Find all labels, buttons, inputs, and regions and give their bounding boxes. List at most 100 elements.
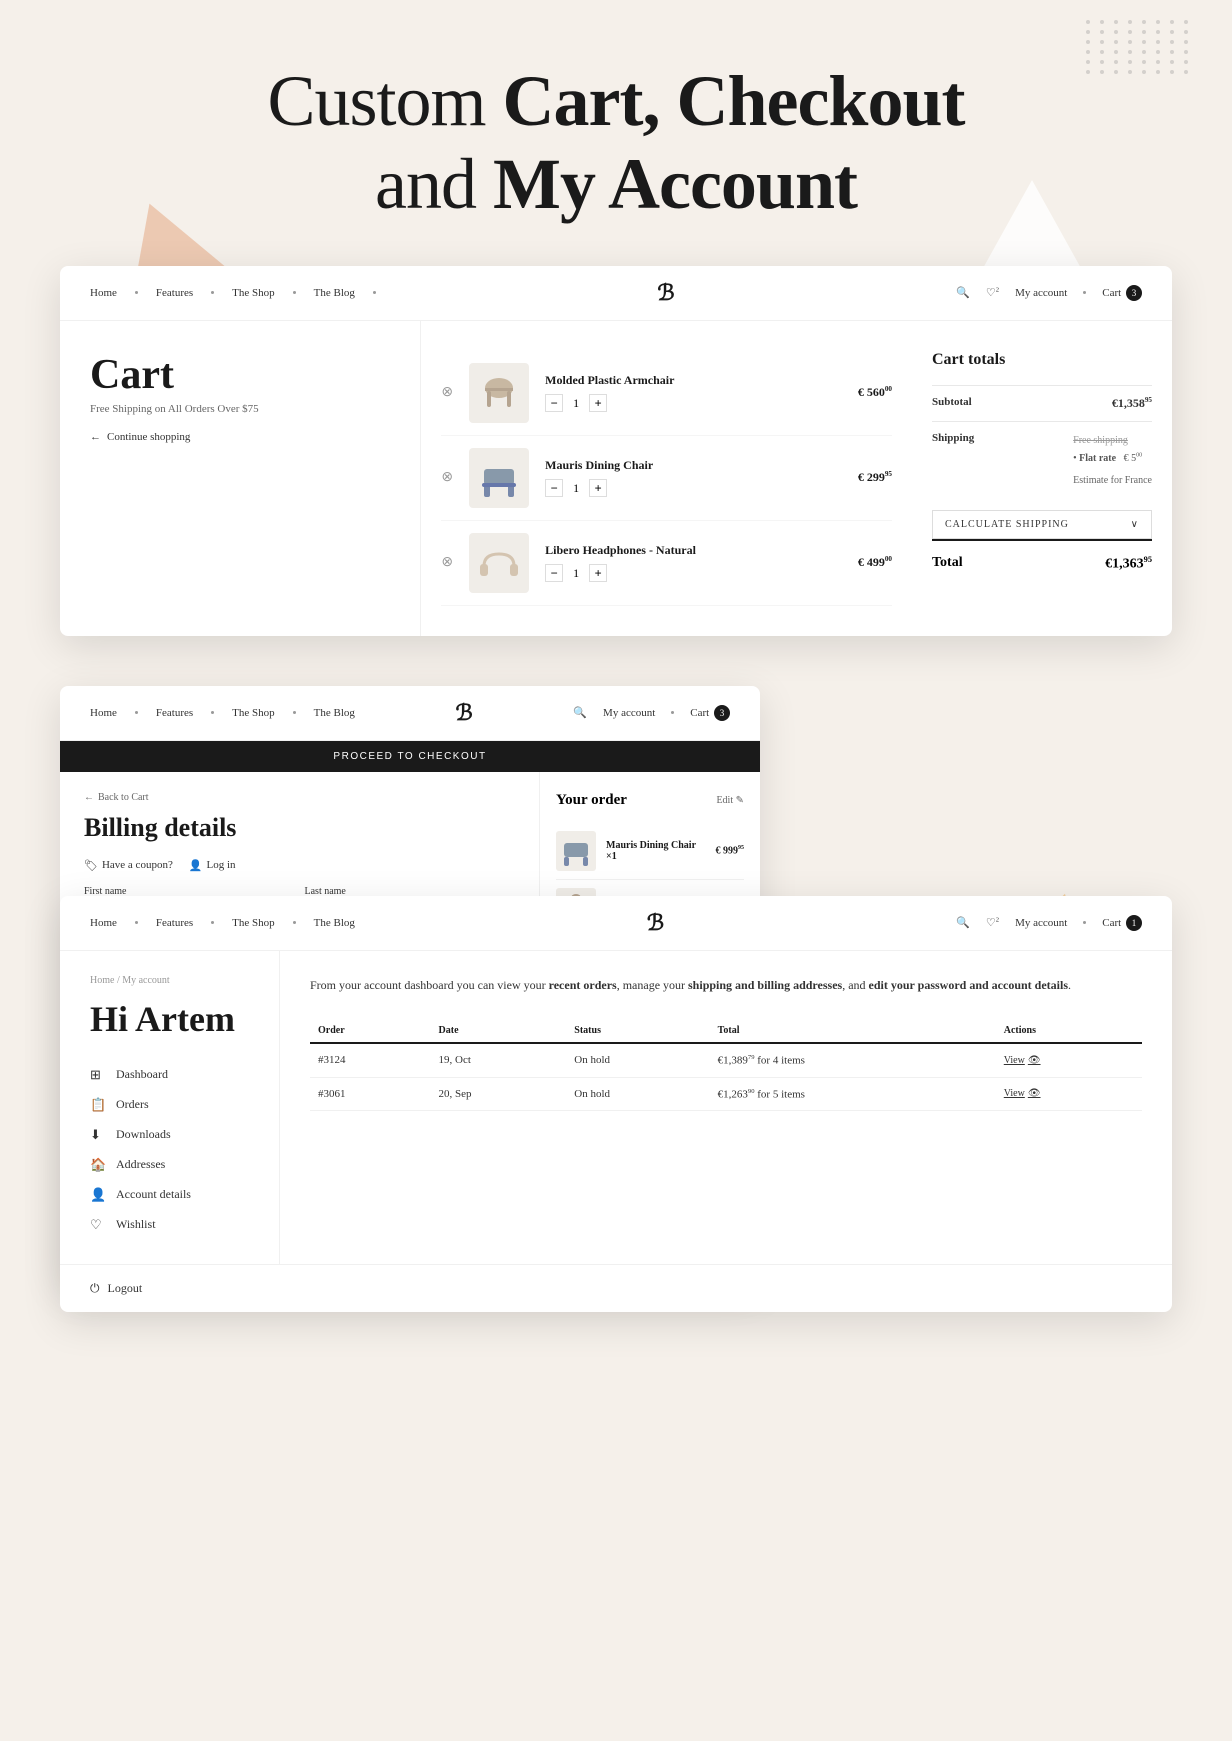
order-action-2[interactable]: View 👁 — [996, 1077, 1142, 1111]
account-nav-blog[interactable]: The Blog — [314, 917, 355, 929]
remove-item-2[interactable]: ⊗ — [441, 469, 453, 486]
nav-blog[interactable]: The Blog — [314, 287, 355, 299]
cart-subtitle: Free Shipping on All Orders Over $75 — [90, 403, 390, 415]
login-link[interactable]: 👤 Log in — [189, 859, 236, 872]
greeting: Hi Artem — [90, 998, 249, 1040]
nav-shop[interactable]: The Shop — [232, 287, 274, 299]
checkout-nav-features[interactable]: Features — [156, 707, 193, 719]
back-to-cart-link[interactable]: ← Back to Cart — [84, 792, 515, 803]
order-title: Your order — [556, 792, 627, 809]
item-img-1 — [469, 363, 529, 423]
cart-nav: Home Features The Shop The Blog ℬ 🔍 ♡2 M… — [60, 266, 1172, 321]
order-action-1[interactable]: View 👁 — [996, 1043, 1142, 1077]
wishlist-icon[interactable]: ♡2 — [986, 286, 999, 299]
menu-orders[interactable]: 📋 Orders — [90, 1090, 249, 1120]
item-price-1: € 56000 — [858, 385, 892, 400]
qty-minus-3[interactable]: − — [545, 564, 563, 582]
view-order-1[interactable]: View 👁 — [1004, 1055, 1134, 1066]
cart-item-3: ⊗ Libero Headphones - Natural − 1 — [441, 521, 892, 606]
subtotal-row: Subtotal €1,35895 — [932, 385, 1152, 421]
addresses-icon: 🏠 — [90, 1157, 106, 1173]
checkout-cart-link[interactable]: Cart 3 — [690, 705, 730, 721]
menu-wishlist[interactable]: ♡ Wishlist — [90, 1210, 249, 1240]
dashboard-icon: ⊞ — [90, 1067, 106, 1083]
orders-table: Order Date Status Total Actions #3124 19… — [310, 1019, 1142, 1111]
continue-shopping-link[interactable]: ← Continue shopping — [90, 431, 390, 443]
qty-minus-2[interactable]: − — [545, 479, 563, 497]
account-sidebar: Home / My account Hi Artem ⊞ Dashboard 📋… — [60, 951, 280, 1264]
cart-totals: Cart totals Subtotal €1,35895 Shipping F… — [912, 321, 1172, 636]
nav-links-left: Home Features The Shop The Blog — [90, 287, 376, 299]
billing-title: Billing details — [84, 813, 515, 843]
logout-link[interactable]: ⏻ Logout — [60, 1264, 1172, 1312]
order-edit-link[interactable]: Edit ✎ — [716, 795, 744, 806]
qty-minus-1[interactable]: − — [545, 394, 563, 412]
hero-section: Custom Cart, Checkout and My Account — [0, 0, 1232, 266]
item-qty-1: − 1 + — [545, 394, 842, 412]
account-nav-shop[interactable]: The Shop — [232, 917, 274, 929]
col-order: Order — [310, 1019, 431, 1043]
checkout-nav-blog[interactable]: The Blog — [314, 707, 355, 719]
remove-item-1[interactable]: ⊗ — [441, 384, 453, 401]
checkout-nav-shop[interactable]: The Shop — [232, 707, 274, 719]
account-menu: ⊞ Dashboard 📋 Orders ⬇ Downloads 🏠 Addre… — [90, 1060, 249, 1240]
search-icon[interactable]: 🔍 — [956, 286, 970, 299]
nav-right: 🔍 ♡2 My account Cart 3 — [956, 285, 1142, 301]
cart-page-title: Cart — [90, 351, 390, 399]
proceed-to-checkout-button[interactable]: PROCEED TO CHECKOUT — [60, 741, 760, 772]
order-item-price-1: € 99995 — [716, 845, 745, 856]
account-nav-features[interactable]: Features — [156, 917, 193, 929]
qty-plus-2[interactable]: + — [589, 479, 607, 497]
account-wishlist-icon[interactable]: ♡2 — [986, 916, 999, 929]
order-num-1: #3124 — [310, 1043, 431, 1077]
cart-link[interactable]: Cart 3 — [1102, 285, 1142, 301]
checkout-search-icon[interactable]: 🔍 — [573, 706, 587, 719]
checkout-nav-links: Home Features The Shop The Blog — [90, 707, 355, 719]
account-search-icon[interactable]: 🔍 — [956, 916, 970, 929]
checkout-my-account[interactable]: My account — [603, 707, 655, 719]
checkout-nav-home[interactable]: Home — [90, 707, 117, 719]
nav-features[interactable]: Features — [156, 287, 193, 299]
order-num-2: #3061 — [310, 1077, 431, 1111]
cart-main-info: Cart Free Shipping on All Orders Over $7… — [60, 321, 421, 636]
checkout-nav-logo[interactable]: ℬ — [455, 700, 472, 726]
account-my-account-link[interactable]: My account — [1015, 917, 1067, 929]
order-date-2: 20, Sep — [431, 1077, 567, 1111]
breadcrumb: Home / My account — [90, 975, 249, 986]
account-cart-link[interactable]: Cart 1 — [1102, 915, 1142, 931]
item-details-2: Mauris Dining Chair − 1 + — [545, 458, 842, 497]
account-nav-logo[interactable]: ℬ — [647, 910, 664, 936]
col-actions: Actions — [996, 1019, 1142, 1043]
item-img-2 — [469, 448, 529, 508]
cart-item-2: ⊗ Mauris Dining Chair − 1 — [441, 436, 892, 521]
qty-plus-1[interactable]: + — [589, 394, 607, 412]
calc-shipping-button[interactable]: CALCULATE SHIPPING ∨ — [932, 510, 1152, 539]
nav-home[interactable]: Home — [90, 287, 117, 299]
coupon-link[interactable]: 🏷 Have a coupon? — [84, 859, 173, 872]
proceed-checkout-bar: PROCEED TO CHECKOUT — [60, 741, 760, 772]
account-nav-right: 🔍 ♡2 My account Cart 1 — [956, 915, 1142, 931]
order-status-1: On hold — [566, 1043, 709, 1077]
total-value: €1,36395 — [1105, 555, 1152, 573]
menu-dashboard[interactable]: ⊞ Dashboard — [90, 1060, 249, 1090]
view-order-2[interactable]: View 👁 — [1004, 1088, 1134, 1099]
my-account-link[interactable]: My account — [1015, 287, 1067, 299]
order-row-2: #3061 20, Sep On hold €1,26390 for 5 ite… — [310, 1077, 1142, 1111]
menu-downloads[interactable]: ⬇ Downloads — [90, 1120, 249, 1150]
cart-body: Cart Free Shipping on All Orders Over $7… — [60, 321, 1172, 636]
total-row: Total €1,36395 — [932, 539, 1152, 587]
item-qty-2: − 1 + — [545, 479, 842, 497]
menu-addresses[interactable]: 🏠 Addresses — [90, 1150, 249, 1180]
remove-item-3[interactable]: ⊗ — [441, 554, 453, 571]
menu-account-details[interactable]: 👤 Account details — [90, 1180, 249, 1210]
nav-logo[interactable]: ℬ — [657, 280, 674, 306]
cart-items: ⊗ Molded Plastic Armchair − — [421, 321, 912, 636]
logout-icon: ⏻ — [90, 1281, 100, 1296]
checkout-nav-right: 🔍 My account Cart 3 — [573, 705, 730, 721]
hero-title: Custom Cart, Checkout and My Account — [20, 60, 1212, 226]
coupon-login-row: 🏷 Have a coupon? 👤 Log in — [84, 859, 515, 872]
qty-plus-3[interactable]: + — [589, 564, 607, 582]
cart-totals-title: Cart totals — [932, 351, 1152, 369]
item-details-1: Molded Plastic Armchair − 1 + — [545, 373, 842, 412]
account-nav-home[interactable]: Home — [90, 917, 117, 929]
